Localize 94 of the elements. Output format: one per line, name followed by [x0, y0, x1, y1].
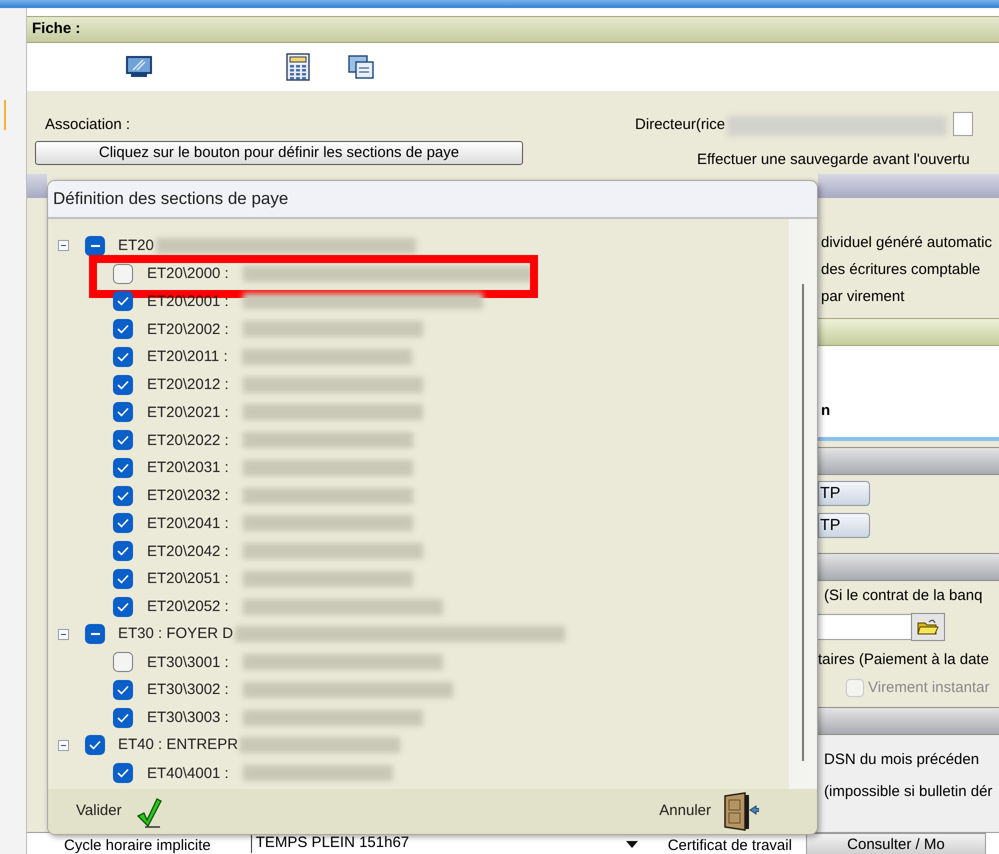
tree-item-label[interactable]: ET20\2012 : [147, 376, 229, 394]
checkmark-icon [117, 380, 129, 390]
tree-item-label[interactable]: ET30\3003 : [147, 709, 229, 726]
tree-item-label[interactable]: ET20\2042 : [147, 542, 229, 560]
checkbox[interactable] [113, 763, 133, 784]
info-text: des écritures comptable [820, 260, 982, 278]
tree-item-label[interactable]: ET20\2051 : [147, 570, 229, 588]
checkbox[interactable] [113, 346, 133, 367]
dsn-note: (impossible si bulletin dér [823, 782, 994, 801]
checkbox[interactable] [113, 568, 133, 589]
checkbox[interactable] [113, 596, 133, 617]
checkmark-icon [117, 296, 129, 306]
validate-button[interactable]: Valider [76, 796, 162, 828]
tree-item-label[interactable]: ET20\2031 : [147, 459, 229, 476]
checkbox[interactable] [113, 708, 133, 728]
section-header [27, 174, 47, 198]
checkmark-icon [117, 518, 129, 528]
checkmark-icon [117, 407, 129, 418]
consult-button[interactable]: Consulter / Mo [806, 833, 986, 854]
checkmark-icon [117, 684, 129, 695]
bank-note: (Si le contrat de la banq [823, 586, 984, 606]
calculator-icon[interactable] [285, 53, 311, 81]
tp-button[interactable]: TP [818, 513, 870, 538]
tree-group-label[interactable]: ET40 : ENTREPR [118, 734, 238, 757]
define-sections-button[interactable]: Cliquez sur le bouton pour définir les sections de paye [35, 141, 523, 165]
dialog-title: Définition des sections de paye [53, 188, 288, 210]
association-label: Association : [45, 114, 130, 134]
collapse-icon[interactable] [58, 628, 69, 640]
checkbox[interactable] [113, 264, 133, 284]
checkbox[interactable] [113, 374, 133, 395]
checkmark-icon [117, 435, 129, 446]
certificate-label: Certificat de travail [668, 836, 792, 854]
checkbox[interactable] [113, 402, 133, 422]
folder-button[interactable] [911, 613, 945, 641]
tree-item-label[interactable]: ET20\2000 : [147, 265, 229, 282]
checkbox[interactable] [113, 541, 133, 562]
dsn-note: DSN du mois précéden [823, 750, 980, 769]
tree-item-label[interactable]: ET20\2001 : [147, 292, 229, 310]
scrollbar[interactable] [789, 219, 817, 789]
tree-item-label[interactable]: ET20\2041 : [147, 514, 229, 532]
checkbox[interactable] [113, 652, 133, 672]
checkbox[interactable] [113, 291, 133, 312]
checkbox[interactable] [85, 735, 105, 756]
tree-item-label[interactable]: ET20\2021 : [147, 404, 229, 421]
payment-note: taires (Paiement à la date [818, 650, 990, 669]
monitor-icon[interactable] [125, 55, 153, 79]
tree-item-label[interactable]: ET30\3002 : [147, 681, 229, 698]
collapse-icon[interactable] [58, 740, 69, 751]
checkbox[interactable] [113, 458, 133, 478]
tree-item-label[interactable]: ET40\4001 : [147, 764, 229, 782]
checkbox[interactable] [113, 486, 133, 506]
open-folder-icon [917, 618, 939, 636]
checkbox[interactable] [113, 680, 133, 700]
info-text: par virement [820, 287, 906, 305]
checkbox[interactable] [113, 430, 133, 450]
cancel-button[interactable]: Annuler [659, 792, 759, 832]
dropdown-icon[interactable] [626, 841, 638, 848]
checkbox[interactable] [113, 513, 133, 534]
checkmark-icon [117, 546, 129, 556]
tree-group-label[interactable]: ET20 [118, 234, 154, 258]
director-label: Directeur(rice [635, 114, 726, 134]
dash-icon [90, 633, 100, 636]
windows-icon[interactable] [347, 54, 375, 80]
checkmark-icon [117, 574, 129, 584]
collapse-icon[interactable] [58, 240, 69, 252]
checkmark-icon [117, 712, 129, 723]
tree-group-label[interactable]: ET30 : FOYER D [118, 623, 234, 646]
checkbox[interactable] [113, 319, 133, 340]
tree-item-label[interactable]: ET20\2022 : [147, 432, 229, 449]
checkbox[interactable] [85, 236, 105, 256]
checkmark-icon [136, 796, 162, 828]
file-path-field[interactable] [818, 614, 911, 640]
tp-button[interactable]: TP [818, 481, 870, 506]
checkmark-icon [117, 324, 129, 334]
checkmark-icon [117, 462, 129, 473]
instant-transfer-label: Virement instantar [868, 678, 990, 698]
checkmark-icon [89, 740, 101, 750]
cycle-label: Cycle horaire implicite [64, 836, 211, 854]
checkmark-icon [117, 352, 129, 362]
info-text: dividuel généré automatic [820, 233, 993, 251]
checkbox[interactable] [85, 624, 105, 644]
tree-item-label[interactable]: ET30\3001 : [147, 654, 229, 671]
tree-item-label[interactable]: ET20\2002 : [147, 320, 229, 338]
tree-item-label[interactable]: ET20\2011 : [147, 348, 228, 366]
window-title: Fiche : [32, 19, 80, 40]
text-field[interactable] [953, 112, 974, 136]
checkmark-icon [117, 768, 129, 778]
tree-item-label[interactable]: ET20\2032 : [147, 487, 229, 504]
backup-notice: Effectuer une sauvegarde avant l'ouvertu [697, 150, 970, 170]
section-heading: n [820, 401, 830, 422]
dash-icon [90, 244, 100, 247]
checkmark-icon [117, 490, 129, 501]
tree-item-label[interactable]: ET20\2052 : [147, 598, 229, 616]
checkmark-icon [117, 602, 129, 612]
